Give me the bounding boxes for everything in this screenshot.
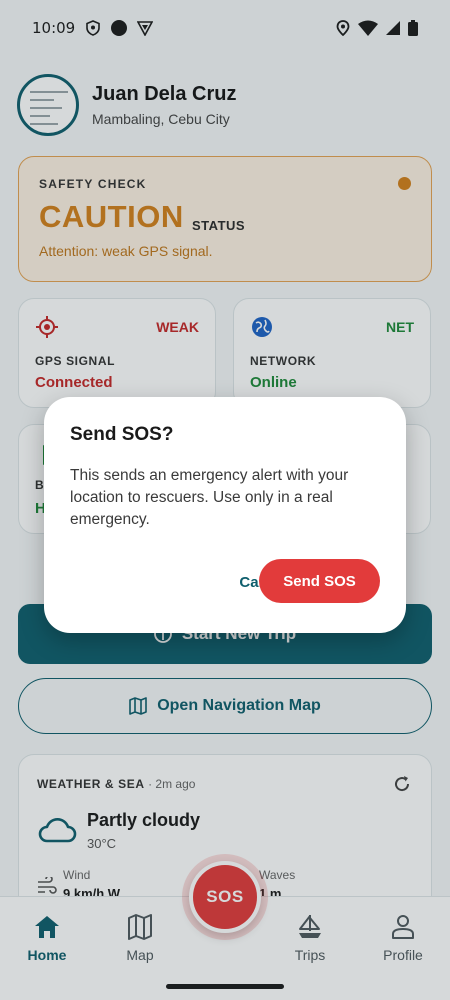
dialog-body: This sends an emergency alert with your … — [70, 467, 349, 528]
app-screen: 10:09 Juan Dela Cruz Mambaling, Cebu Cit… — [0, 0, 450, 1000]
dialog-title: Send SOS? — [70, 424, 174, 445]
send-sos-dialog: Send SOS? This sends an emergency alert … — [44, 397, 406, 633]
send-sos-button[interactable]: Send SOS — [259, 559, 380, 603]
